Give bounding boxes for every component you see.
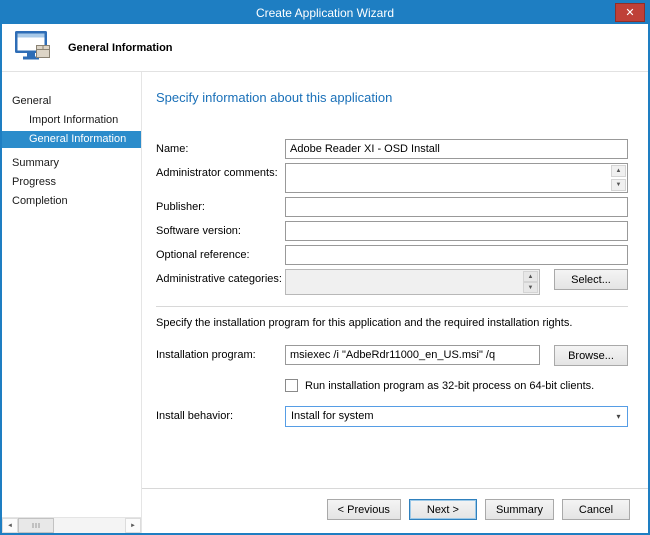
- administrator-comments-text[interactable]: [286, 164, 610, 192]
- name-input[interactable]: [285, 139, 628, 159]
- name-row: Name:: [156, 139, 628, 159]
- wizard-footer: < Previous Next > Summary Cancel: [142, 488, 648, 533]
- wizard-header: General Information: [2, 24, 648, 72]
- header-title: General Information: [68, 42, 173, 54]
- optional-reference-row: Optional reference:: [156, 245, 628, 265]
- scroll-down-icon[interactable]: ▼: [611, 179, 626, 191]
- sidebar-horizontal-scrollbar[interactable]: ◄ ►: [2, 517, 141, 533]
- sidebar-item-general-information[interactable]: General Information: [2, 131, 141, 148]
- software-version-row: Software version:: [156, 221, 628, 241]
- browse-button[interactable]: Browse...: [554, 345, 628, 366]
- close-icon: ✕: [625, 6, 634, 19]
- administrator-comments-row: Administrator comments: ▲ ▼: [156, 163, 628, 193]
- name-label: Name:: [156, 139, 285, 155]
- install-behavior-value: Install for system: [286, 407, 610, 426]
- section-divider: [156, 306, 628, 307]
- optional-reference-input[interactable]: [285, 245, 628, 265]
- scroll-right-icon[interactable]: ►: [125, 518, 141, 533]
- installation-program-input[interactable]: [285, 345, 540, 365]
- wizard-steps-list: General Import Information General Infor…: [2, 72, 141, 517]
- page-title: Specify information about this applicati…: [156, 90, 628, 105]
- wizard-steps-sidebar: General Import Information General Infor…: [2, 72, 142, 533]
- software-version-input[interactable]: [285, 221, 628, 241]
- general-information-form: Specify information about this applicati…: [142, 72, 648, 488]
- chevron-down-icon: ▾: [610, 412, 627, 421]
- wizard-body: General Import Information General Infor…: [2, 72, 648, 533]
- select-categories-button[interactable]: Select...: [554, 269, 628, 290]
- install-behavior-dropdown[interactable]: Install for system ▾: [285, 406, 628, 427]
- sidebar-item-progress[interactable]: Progress: [2, 174, 141, 191]
- administrator-comments-input[interactable]: ▲ ▼: [285, 163, 628, 193]
- create-application-wizard-window: Create Application Wizard ✕ General Info…: [0, 0, 650, 535]
- application-icon: [14, 30, 52, 66]
- scrollbar-track[interactable]: [54, 518, 125, 533]
- sidebar-item-completion[interactable]: Completion: [2, 193, 141, 210]
- window-title: Create Application Wizard: [2, 2, 648, 24]
- publisher-input[interactable]: [285, 197, 628, 217]
- run-32bit-label: Run installation program as 32-bit proce…: [305, 380, 594, 392]
- optional-reference-label: Optional reference:: [156, 245, 285, 261]
- publisher-label: Publisher:: [156, 197, 285, 213]
- run-32bit-row: Run installation program as 32-bit proce…: [285, 379, 628, 392]
- publisher-row: Publisher:: [156, 197, 628, 217]
- installation-program-label: Installation program:: [156, 345, 285, 361]
- scroll-up-icon[interactable]: ▲: [523, 271, 538, 282]
- administrative-categories-row: Administrative categories: ▲ ▼ Select...: [156, 269, 628, 295]
- installation-section-description: Specify the installation program for thi…: [156, 317, 628, 329]
- installation-program-row: Installation program: Browse...: [156, 345, 628, 366]
- cancel-button[interactable]: Cancel: [562, 499, 630, 520]
- previous-button[interactable]: < Previous: [327, 499, 401, 520]
- scroll-left-icon[interactable]: ◄: [2, 518, 18, 533]
- sidebar-item-import-information[interactable]: Import Information: [2, 112, 141, 129]
- run-32bit-checkbox[interactable]: [285, 379, 298, 392]
- sidebar-item-general[interactable]: General: [2, 93, 141, 110]
- wizard-content: Specify information about this applicati…: [142, 72, 648, 533]
- scroll-down-icon[interactable]: ▼: [523, 282, 538, 293]
- sidebar-item-summary[interactable]: Summary: [2, 155, 141, 172]
- scrollbar-thumb[interactable]: [18, 518, 54, 533]
- administrator-comments-label: Administrator comments:: [156, 163, 285, 179]
- software-version-label: Software version:: [156, 221, 285, 237]
- next-button[interactable]: Next >: [409, 499, 477, 520]
- comments-scrollbar: ▲ ▼: [610, 164, 627, 192]
- administrative-categories-text: [286, 270, 522, 294]
- close-button[interactable]: ✕: [615, 3, 645, 22]
- install-behavior-row: Install behavior: Install for system ▾: [156, 406, 628, 427]
- administrative-categories-input: ▲ ▼: [285, 269, 540, 295]
- administrative-categories-label: Administrative categories:: [156, 269, 285, 285]
- summary-button[interactable]: Summary: [485, 499, 554, 520]
- categories-scrollbar: ▲ ▼: [522, 270, 539, 294]
- titlebar[interactable]: Create Application Wizard ✕: [2, 2, 648, 24]
- scroll-up-icon[interactable]: ▲: [611, 165, 626, 177]
- install-behavior-label: Install behavior:: [156, 406, 285, 422]
